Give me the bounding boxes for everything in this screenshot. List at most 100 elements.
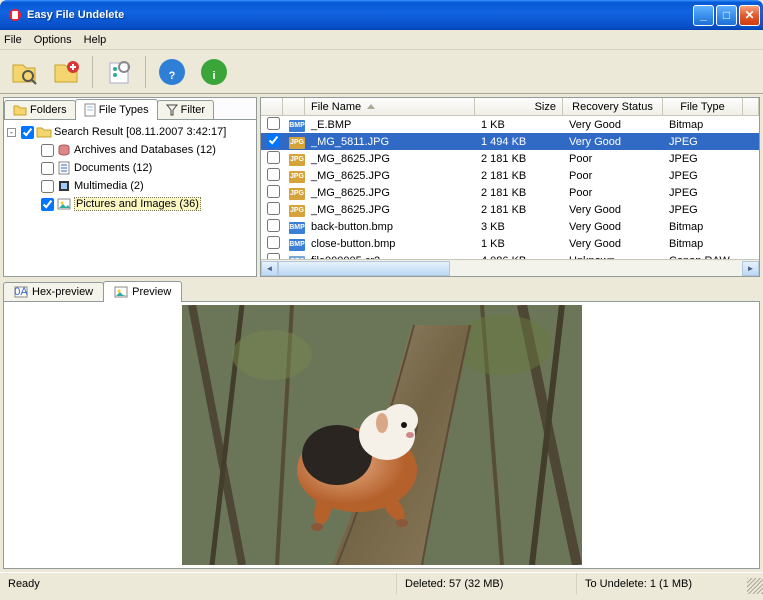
filetype-icon: BMP: [289, 222, 305, 234]
toolbar: ? i: [0, 50, 763, 94]
table-row[interactable]: CR2file000005.cr24 086 KBUnknownCanon RA…: [261, 252, 759, 259]
cell-recovery: Very Good: [563, 136, 663, 148]
cell-recovery: Very Good: [563, 238, 663, 250]
row-checkbox[interactable]: [267, 134, 280, 147]
scroll-right-icon[interactable]: ►: [742, 261, 759, 276]
col-recovery[interactable]: Recovery Status: [563, 98, 663, 115]
table-row[interactable]: JPG_MG_8625.JPG2 181 KBPoorJPEG: [261, 150, 759, 167]
menu-options[interactable]: Options: [34, 34, 72, 46]
statusbar: Ready Deleted: 57 (32 MB) To Undelete: 1…: [0, 572, 763, 594]
cell-name: _E.BMP: [305, 119, 475, 131]
scroll-thumb[interactable]: [278, 261, 450, 276]
filetype-icon: JPG: [289, 171, 305, 183]
cell-type: JPEG: [663, 204, 743, 216]
row-checkbox[interactable]: [267, 202, 280, 215]
row-checkbox[interactable]: [267, 236, 280, 249]
tab-hex-preview[interactable]: 0A Hex-preview: [3, 282, 104, 301]
svg-text:0A: 0A: [14, 286, 28, 298]
tab-hex-label: Hex-preview: [32, 286, 93, 298]
tree-item-documents[interactable]: Documents (12): [7, 159, 253, 177]
toolbar-help-button[interactable]: ?: [154, 54, 190, 90]
row-checkbox[interactable]: [267, 168, 280, 181]
hex-icon: 0A: [14, 286, 28, 298]
tree-item-archives[interactable]: Archives and Databases (12): [7, 141, 253, 159]
toolbar-undelete-button[interactable]: [48, 54, 84, 90]
tree-item-multimedia[interactable]: Multimedia (2): [7, 177, 253, 195]
tab-preview[interactable]: Preview: [103, 281, 182, 302]
menu-file[interactable]: File: [4, 34, 22, 46]
preview-image: [182, 305, 582, 565]
preview-tabs: 0A Hex-preview Preview: [3, 280, 760, 301]
database-icon: [56, 142, 72, 158]
cell-recovery: Very Good: [563, 119, 663, 131]
minimize-button[interactable]: _: [693, 5, 714, 26]
titlebar: Easy File Undelete _ □ ✕: [0, 0, 763, 30]
tab-filter[interactable]: Filter: [157, 100, 214, 119]
col-name[interactable]: File Name: [305, 98, 475, 115]
tree-checkbox[interactable]: [41, 144, 54, 157]
toolbar-scan-button[interactable]: [6, 54, 42, 90]
table-row[interactable]: JPG_MG_8625.JPG2 181 KBPoorJPEG: [261, 184, 759, 201]
table-row[interactable]: JPG_MG_8625.JPG2 181 KBPoorJPEG: [261, 167, 759, 184]
toolbar-about-button[interactable]: i: [196, 54, 232, 90]
tab-file-types[interactable]: File Types: [75, 99, 158, 120]
close-button[interactable]: ✕: [739, 5, 760, 26]
cell-type: JPEG: [663, 170, 743, 182]
cell-name: _MG_8625.JPG: [305, 153, 475, 165]
row-checkbox[interactable]: [267, 117, 280, 130]
image-icon: [114, 286, 128, 298]
app-icon: [7, 7, 23, 23]
cell-recovery: Poor: [563, 153, 663, 165]
cell-size: 2 181 KB: [475, 153, 563, 165]
cell-name: _MG_8625.JPG: [305, 187, 475, 199]
cell-size: 2 181 KB: [475, 187, 563, 199]
cell-type: Bitmap: [663, 119, 743, 131]
col-type[interactable]: File Type: [663, 98, 743, 115]
status-undelete: To Undelete: 1 (1 MB): [577, 573, 747, 594]
scroll-left-icon[interactable]: ◄: [261, 261, 278, 276]
cell-type: JPEG: [663, 187, 743, 199]
collapse-icon[interactable]: -: [7, 128, 16, 137]
horizontal-scrollbar[interactable]: ◄ ►: [261, 259, 759, 276]
page-icon: [84, 103, 96, 117]
filetype-icon: JPG: [289, 137, 305, 149]
preview-panel: [3, 301, 760, 569]
tree-item-label: Documents (12): [74, 162, 152, 174]
resize-grip[interactable]: [747, 578, 763, 594]
table-row[interactable]: BMPclose-button.bmp1 KBVery GoodBitmap: [261, 235, 759, 252]
row-checkbox[interactable]: [267, 151, 280, 164]
cell-recovery: Poor: [563, 187, 663, 199]
grid-body: BMP_E.BMP1 KBVery GoodBitmapJPG_MG_5811.…: [261, 116, 759, 259]
tree-item-pictures[interactable]: Pictures and Images (36): [7, 195, 253, 213]
col-size[interactable]: Size: [475, 98, 563, 115]
tab-folders[interactable]: Folders: [4, 100, 76, 119]
film-icon: [56, 178, 72, 194]
row-checkbox[interactable]: [267, 219, 280, 232]
maximize-button[interactable]: □: [716, 5, 737, 26]
window-title: Easy File Undelete: [27, 9, 693, 21]
cell-size: 2 181 KB: [475, 170, 563, 182]
folder-open-icon: [36, 124, 52, 140]
filetype-icon: BMP: [289, 239, 305, 251]
table-row[interactable]: JPG_MG_5811.JPG1 494 KBVery GoodJPEG: [261, 133, 759, 150]
folder-icon: [13, 104, 27, 116]
tree-root[interactable]: - Search Result [08.11.2007 3:42:17]: [7, 123, 253, 141]
cell-type: JPEG: [663, 136, 743, 148]
table-row[interactable]: BMP_E.BMP1 KBVery GoodBitmap: [261, 116, 759, 133]
tree-root-label: Search Result [08.11.2007 3:42:17]: [54, 126, 226, 138]
tab-filter-label: Filter: [181, 104, 205, 116]
tree-checkbox[interactable]: [41, 180, 54, 193]
tree-checkbox[interactable]: [41, 198, 54, 211]
table-row[interactable]: BMPback-button.bmp3 KBVery GoodBitmap: [261, 218, 759, 235]
status-ready: Ready: [0, 573, 397, 594]
table-row[interactable]: JPG_MG_8625.JPG2 181 KBVery GoodJPEG: [261, 201, 759, 218]
tree-root-checkbox[interactable]: [21, 126, 34, 139]
row-checkbox[interactable]: [267, 185, 280, 198]
picture-icon: [56, 196, 72, 212]
cell-type: Bitmap: [663, 238, 743, 250]
status-deleted: Deleted: 57 (32 MB): [397, 573, 577, 594]
toolbar-options-button[interactable]: [101, 54, 137, 90]
menu-help[interactable]: Help: [84, 34, 107, 46]
tree-checkbox[interactable]: [41, 162, 54, 175]
tree-item-label: Multimedia (2): [74, 180, 144, 192]
